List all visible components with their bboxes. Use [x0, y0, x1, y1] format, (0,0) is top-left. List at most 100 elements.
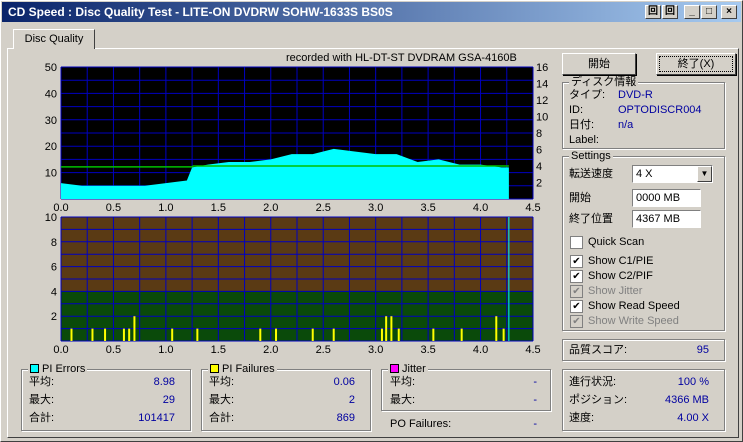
end-position-label: 終了位置 [569, 213, 613, 225]
jitter-avg-label: 平均: [390, 376, 416, 388]
pi-failures-bar [91, 328, 94, 341]
pi-failures-bar [380, 328, 383, 341]
jitter-max: - [533, 394, 537, 406]
chevron-down-icon[interactable]: ▼ [697, 166, 712, 182]
show-jitter-label: Show Jitter [588, 285, 643, 297]
start-button[interactable]: 開始 [562, 53, 636, 75]
y-tick-label: 2 [51, 311, 57, 323]
tab-disc-quality[interactable]: Disc Quality [13, 29, 95, 49]
pi-failures-bar [460, 328, 463, 341]
y-tick-label: 50 [45, 62, 57, 74]
pi-failures-bar [332, 328, 335, 341]
disc-date-value: n/a [618, 119, 634, 131]
progress-label: 進行状況: [569, 376, 617, 388]
pi-failures-bar [128, 328, 131, 341]
minimize-button[interactable]: _ [684, 5, 700, 19]
start-position-label: 開始 [569, 192, 591, 204]
window-title: CD Speed : Disc Quality Test - LITE-ON D… [8, 5, 393, 19]
y-tick-label: 10 [45, 212, 57, 224]
y-tick-label: 6 [51, 262, 57, 274]
pi-failures-bar [385, 316, 388, 341]
y2-tick-label: 4 [536, 161, 542, 173]
x-tick-label: 3.5 [420, 344, 435, 356]
position-value: 4366 MB [664, 394, 709, 406]
y2-tick-label: 16 [536, 62, 548, 74]
pi-failures-total-label: 合計: [209, 412, 235, 424]
pi-failures-total: 869 [336, 412, 355, 424]
pi-failures-bar [171, 328, 174, 341]
progress-value: 100 % [677, 376, 709, 388]
y2-tick-label: 14 [536, 79, 548, 91]
y2-tick-label: 12 [536, 95, 548, 107]
show-write-speed-label: Show Write Speed [588, 315, 679, 327]
pi-failures-bar [70, 328, 73, 341]
x-tick-label: 0.5 [106, 344, 121, 356]
x-tick-label: 0.0 [53, 344, 68, 356]
pi-failures-avg-label: 平均: [209, 376, 235, 388]
show-c1-label: Show C1/PIE [588, 255, 654, 267]
po-failures-value: - [533, 418, 537, 430]
pi-errors-max-label: 最大: [29, 394, 55, 406]
jitter-avg: - [533, 376, 537, 388]
y2-tick-label: 6 [536, 145, 542, 157]
icon-button-b[interactable]: 回 [662, 5, 678, 19]
close-button[interactable]: × [721, 5, 737, 19]
quick-scan-label: Quick Scan [588, 236, 645, 248]
pi-failures-bar [133, 316, 136, 341]
pi-errors-avg-label: 平均: [29, 376, 55, 388]
read-speed-label: 速度: [569, 412, 595, 424]
pi-errors-max: 29 [162, 394, 175, 406]
speed-select-value: 4 X [636, 168, 653, 180]
read-speed-line [61, 165, 509, 168]
jitter-legend-swatch [390, 364, 399, 373]
show-write-speed-checkbox[interactable]: ✔ [570, 315, 583, 328]
quality-score-value: 95 [696, 344, 709, 356]
pi-failures-bar [259, 328, 262, 341]
disc-type-value: DVD-R [618, 89, 653, 101]
position-label: ポジション: [569, 394, 628, 406]
disc-type-label: タイプ: [569, 89, 606, 101]
disc-info-title: ディスク情報 [569, 76, 639, 88]
pi-errors-total: 101417 [138, 412, 175, 424]
pi-failures-legend-swatch [210, 364, 219, 373]
pi-failures-bar [397, 328, 400, 341]
pi-errors-chart: 0.0 0.5 1.0 1.5 2.0 2.5 3.0 3.5 4.0 4.55040302010… [45, 62, 549, 213]
icon-button-a[interactable]: 回 [645, 5, 661, 19]
maximize-button[interactable]: □ [701, 5, 717, 19]
start-position-input[interactable]: 0000 MB [632, 189, 701, 207]
settings-title: Settings [569, 150, 613, 162]
pi-failures-bar [275, 328, 278, 341]
speed-select[interactable]: 4 X ▼ [632, 165, 713, 183]
y-tick-label: 40 [45, 88, 57, 100]
title-bar[interactable]: CD Speed : Disc Quality Test - LITE-ON D… [2, 2, 741, 22]
stop-button[interactable]: 終了(X) [656, 53, 736, 75]
pi-errors-avg: 8.98 [153, 376, 175, 388]
show-c1-checkbox[interactable]: ✔ [570, 255, 583, 268]
y2-tick-label: 2 [536, 178, 542, 190]
po-failures-label: PO Failures: [390, 418, 452, 430]
x-tick-label: 4.0 [473, 344, 488, 356]
quick-scan-checkbox[interactable] [570, 236, 583, 249]
show-jitter-checkbox[interactable]: ✔ [570, 285, 583, 298]
show-read-speed-label: Show Read Speed [588, 300, 680, 312]
x-tick-label: 1.0 [158, 344, 173, 356]
quality-score-label: 品質スコア: [569, 344, 628, 356]
pi-failures-max-label: 最大: [209, 394, 235, 406]
pi-failures-bar [196, 328, 199, 341]
pi-failures-bar [495, 316, 498, 341]
x-tick-label: 1.5 [211, 344, 226, 356]
disc-id-label: ID: [569, 104, 584, 116]
pi-errors-legend-swatch [30, 364, 39, 373]
show-c2-checkbox[interactable]: ✔ [570, 270, 583, 283]
y-tick-label: 4 [51, 286, 57, 298]
end-position-input[interactable]: 4367 MB [632, 210, 701, 228]
show-read-speed-checkbox[interactable]: ✔ [570, 300, 583, 313]
disc-id-value: OPTODISCR004 [618, 104, 702, 116]
pi-failures-bar [104, 328, 107, 341]
pi-failures-chart: 0.0 0.5 1.0 1.5 2.0 2.5 3.0 3.5 4.0 4.5 10 8 6 4 2 [45, 212, 541, 356]
speed-label: 転送速度 [569, 168, 613, 180]
x-tick-label: 2.0 [263, 344, 278, 356]
x-tick-label: 3.0 [368, 344, 383, 356]
pi-failures-max: 2 [348, 394, 355, 406]
jitter-max-label: 最大: [390, 394, 416, 406]
